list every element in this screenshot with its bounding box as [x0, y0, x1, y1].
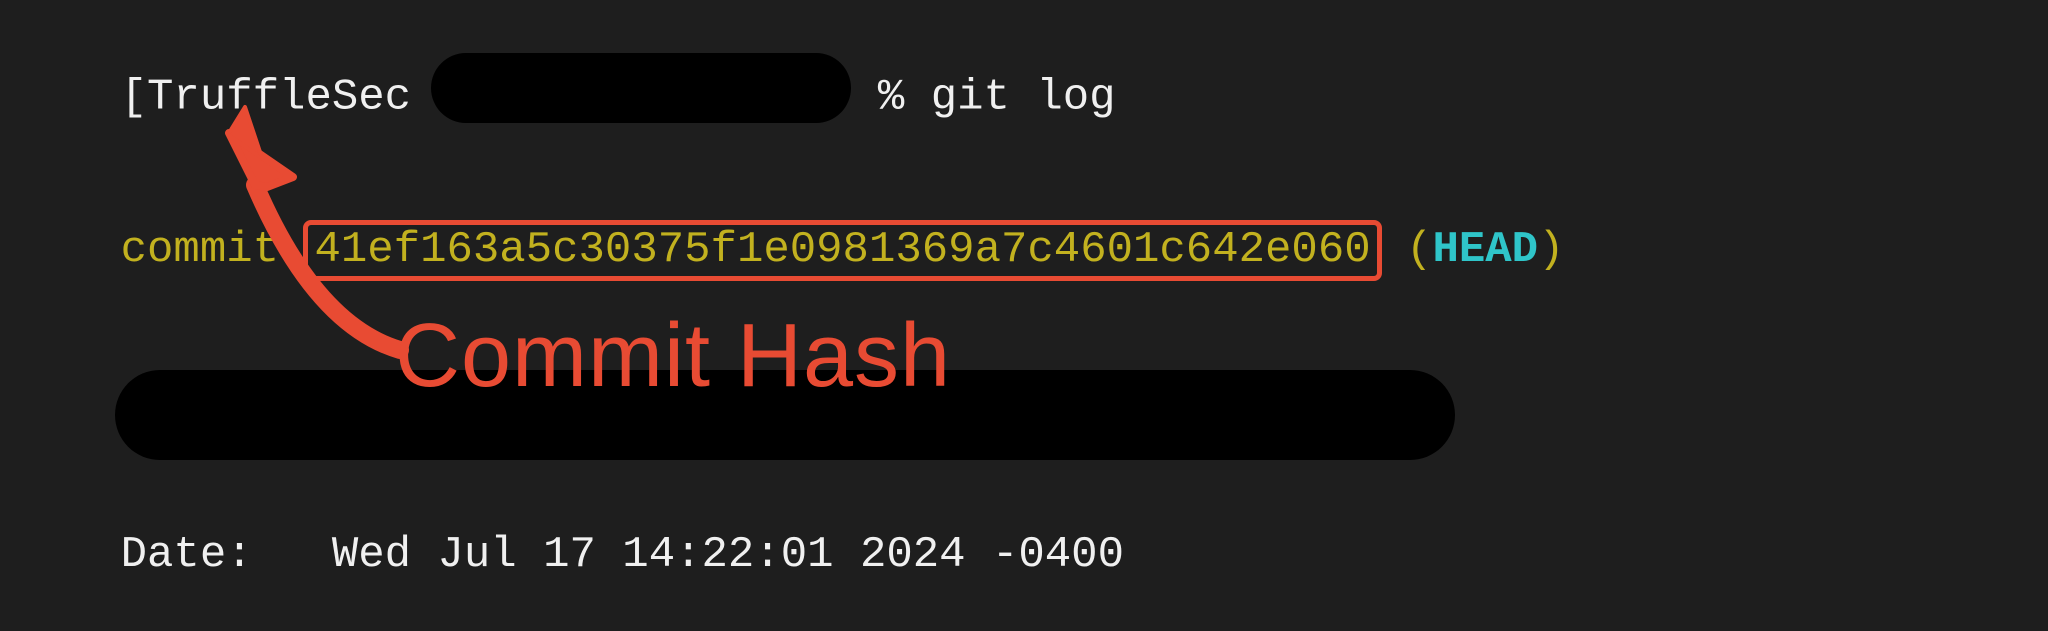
date-line: Date: Wed Jul 17 14:22:01 2024 -0400 [15, 479, 2048, 631]
prompt-host: TruffleSec [147, 72, 411, 122]
prompt-bracket: [ [121, 72, 147, 122]
command-text: git log [931, 72, 1116, 122]
commit-hash: 41ef163a5c30375f1e0981369a7c4601c642e060 [314, 225, 1370, 275]
ref-paren-open: ( [1406, 225, 1432, 275]
hash-highlight-box: 41ef163a5c30375f1e0981369a7c4601c642e060 [303, 220, 1381, 281]
commit-line: commit 41ef163a5c30375f1e0981369a7c4601c… [15, 173, 2048, 327]
date-text: Date: Wed Jul 17 14:22:01 2024 -0400 [121, 530, 1124, 580]
annotation-label: Commit Hash [395, 305, 951, 409]
redaction-block-1 [431, 53, 851, 123]
ref-paren-close: ) [1538, 225, 1564, 275]
prompt-symbol: % [878, 72, 904, 122]
terminal-output: [TruffleSec % git log commit 41ef163a5c3… [0, 20, 2048, 631]
commit-label: commit [121, 225, 279, 275]
head-ref: HEAD [1432, 225, 1538, 275]
prompt-line: [TruffleSec % git log [15, 20, 2048, 173]
